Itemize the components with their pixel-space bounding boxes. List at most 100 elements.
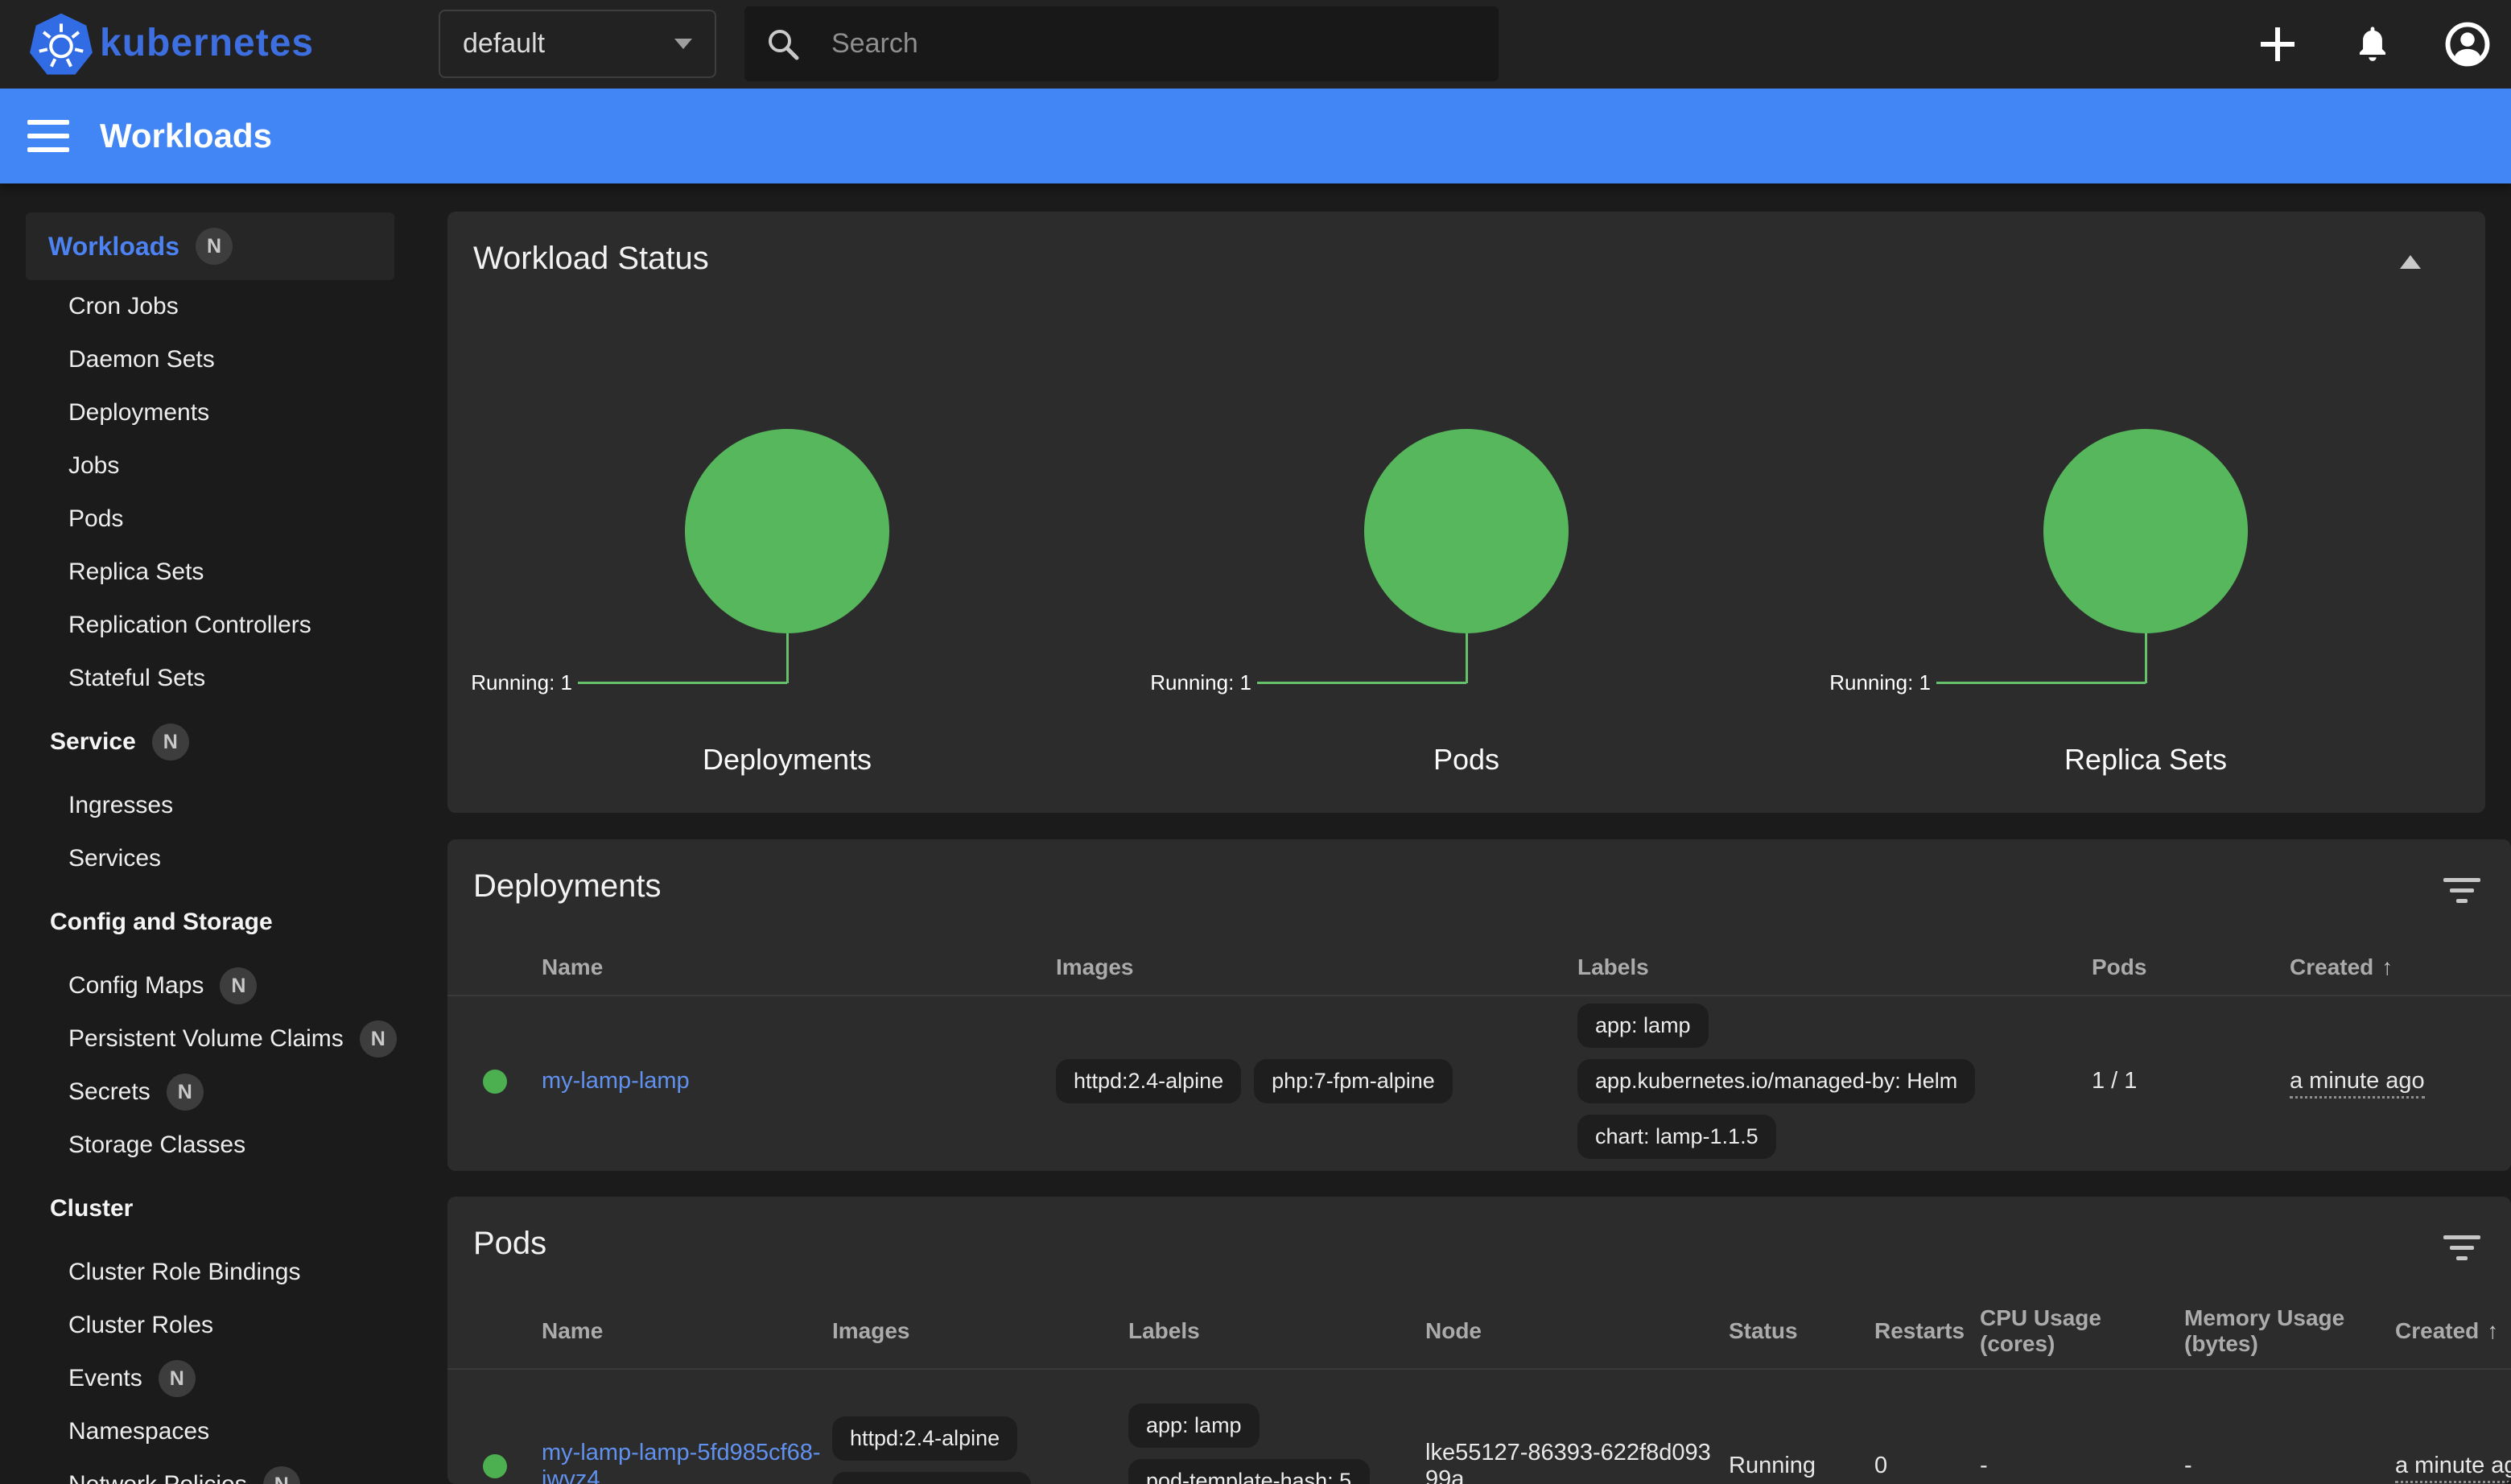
header-images[interactable]: Images xyxy=(1056,954,1577,980)
sidebar-item-cron-jobs[interactable]: Cron Jobs xyxy=(0,280,399,333)
header-created[interactable]: Created↑ xyxy=(2290,954,2511,980)
plus-icon xyxy=(2257,24,2298,64)
chart-label: Deployments xyxy=(447,743,1127,777)
header-name[interactable]: Name xyxy=(542,1318,832,1344)
pie-leader-line xyxy=(578,682,787,684)
header-labels[interactable]: Labels xyxy=(1577,954,2092,980)
add-resource-button[interactable] xyxy=(2255,22,2300,67)
search-input[interactable] xyxy=(831,28,1395,60)
pie-running-slice xyxy=(685,429,889,633)
top-bar: kubernetes default xyxy=(0,0,2511,89)
namespaced-badge: N xyxy=(220,967,257,1004)
sidebar-item-daemon-sets[interactable]: Daemon Sets xyxy=(0,333,399,386)
sidebar-item-persistent-volume-claims[interactable]: Persistent Volume Claims N xyxy=(0,1012,399,1066)
header-status[interactable]: Status xyxy=(1729,1318,1874,1344)
pods-ratio: 1 / 1 xyxy=(2092,1068,2290,1094)
pie-leader-line xyxy=(786,633,789,683)
image-chip: httpd:2.4-alpine xyxy=(1056,1059,1241,1103)
search-icon xyxy=(765,27,801,62)
sidebar-section-cluster[interactable]: Cluster xyxy=(0,1182,399,1235)
deployment-name-link[interactable]: my-lamp-lamp xyxy=(542,1068,690,1094)
namespaced-badge: N xyxy=(263,1466,300,1484)
sidebar-item-jobs[interactable]: Jobs xyxy=(0,439,399,493)
page-title: Workloads xyxy=(100,117,272,155)
workload-status-charts: Running: 1 Deployments Running: 1 Pods R… xyxy=(447,405,2485,791)
sort-ascending-icon: ↑ xyxy=(2381,954,2393,979)
label-chip: app: lamp xyxy=(1577,1004,1709,1048)
workload-status-card: Workload Status Running: 1 Deployments R… xyxy=(447,212,2485,813)
sidebar-item-namespaces[interactable]: Namespaces xyxy=(0,1405,399,1458)
sidebar-item-workloads[interactable]: Workloads N xyxy=(26,212,394,280)
notifications-button[interactable] xyxy=(2350,22,2395,67)
label-chip: chart: lamp-1.1.5 xyxy=(1577,1115,1776,1159)
pie-annotation: Running: 1 xyxy=(1806,670,1931,695)
header-name[interactable]: Name xyxy=(542,954,1056,980)
header-node[interactable]: Node xyxy=(1425,1318,1729,1344)
label-chip: app.kubernetes.io/managed-by: Helm xyxy=(1577,1059,1975,1103)
sidebar-item-cluster-roles[interactable]: Cluster Roles xyxy=(0,1299,399,1352)
label-chip: pod-template-hash: 5fd985cf68 xyxy=(1128,1459,1370,1484)
workload-status-title: Workload Status xyxy=(473,241,709,277)
bell-icon xyxy=(2352,23,2393,65)
filter-icon[interactable] xyxy=(2443,878,2480,909)
sidebar-item-storage-classes[interactable]: Storage Classes xyxy=(0,1119,399,1172)
collapse-arrow-icon[interactable] xyxy=(2400,255,2421,269)
sidebar-section-config-and-storage[interactable]: Config and Storage xyxy=(0,896,399,949)
sidebar-item-cluster-role-bindings[interactable]: Cluster Role Bindings xyxy=(0,1246,399,1299)
pie-leader-line xyxy=(2145,633,2147,683)
header-memory-usage[interactable]: Memory Usage (bytes) xyxy=(2184,1305,2395,1357)
status-ok-icon xyxy=(483,1454,507,1478)
search-bar[interactable] xyxy=(744,6,1499,81)
sidebar-item-ingresses[interactable]: Ingresses xyxy=(0,779,399,832)
pods-pie-chart: Running: 1 Pods xyxy=(1127,405,1806,791)
namespaced-badge: N xyxy=(152,723,189,761)
pie-running-slice xyxy=(2043,429,2248,633)
sidebar-item-events[interactable]: Events N xyxy=(0,1352,399,1405)
namespace-select[interactable]: default xyxy=(439,10,716,78)
header-created[interactable]: Created↑ xyxy=(2395,1318,2511,1344)
namespaced-badge: N xyxy=(167,1074,204,1111)
deployments-card: Deployments Name Images Labels Pods Crea… xyxy=(447,839,2511,1171)
image-chip: php:7-fpm-alpine xyxy=(1254,1059,1453,1103)
node-name: lke55127-86393-622f8d09399a xyxy=(1425,1440,1729,1484)
account-button[interactable] xyxy=(2445,22,2490,67)
sidebar-item-stateful-sets[interactable]: Stateful Sets xyxy=(0,652,399,705)
deployment-table-row: my-lamp-lamp httpd:2.4-alpine php:7-fpm-… xyxy=(447,998,2511,1165)
sidebar-item-deployments[interactable]: Deployments xyxy=(0,386,399,439)
brand-title: kubernetes xyxy=(100,21,314,65)
sidebar-item-pods[interactable]: Pods xyxy=(0,493,399,546)
header-restarts[interactable]: Restarts xyxy=(1874,1318,1980,1344)
kubernetes-logo-icon[interactable] xyxy=(29,12,93,76)
header-pods[interactable]: Pods xyxy=(2092,954,2290,980)
filter-icon[interactable] xyxy=(2443,1235,2480,1267)
chart-label: Replica Sets xyxy=(1806,743,2485,777)
sidebar-item-replication-controllers[interactable]: Replication Controllers xyxy=(0,599,399,652)
pie-leader-line xyxy=(1466,633,1468,683)
header-labels[interactable]: Labels xyxy=(1128,1318,1425,1344)
pod-memory-usage: - xyxy=(2184,1453,2395,1479)
sidebar-section-service[interactable]: Service N xyxy=(0,715,399,769)
pie-annotation: Running: 1 xyxy=(1127,670,1251,695)
header-images[interactable]: Images xyxy=(832,1318,1128,1344)
sidebar-item-secrets[interactable]: Secrets N xyxy=(0,1066,399,1119)
topbar-actions xyxy=(2255,0,2490,89)
sidebar-item-services[interactable]: Services xyxy=(0,832,399,885)
sidebar-item-network-policies[interactable]: Network Policies N xyxy=(0,1458,399,1484)
namespaced-badge: N xyxy=(360,1020,397,1057)
pod-name-link[interactable]: my-lamp-lamp-5fd985cf68-jwvz4 xyxy=(542,1440,821,1484)
pod-status: Running xyxy=(1729,1453,1874,1479)
replica-sets-pie-chart: Running: 1 Replica Sets xyxy=(1806,405,2485,791)
pie-leader-line xyxy=(1257,682,1466,684)
sidebar-item-replica-sets[interactable]: Replica Sets xyxy=(0,546,399,599)
sidebar-item-config-maps[interactable]: Config Maps N xyxy=(0,959,399,1012)
deployments-pie-chart: Running: 1 Deployments xyxy=(447,405,1127,791)
pod-restarts: 0 xyxy=(1874,1453,1980,1479)
header-cpu-usage[interactable]: CPU Usage (cores) xyxy=(1980,1305,2184,1357)
chevron-down-icon xyxy=(674,39,692,49)
account-avatar-icon xyxy=(2445,21,2490,68)
menu-hamburger-icon[interactable] xyxy=(27,111,69,161)
image-chip: php:7-fpm-alpine xyxy=(832,1472,1031,1484)
chart-label: Pods xyxy=(1127,743,1806,777)
sidebar-nav: Workloads N Cron Jobs Daemon Sets Deploy… xyxy=(0,183,399,1484)
pod-table-row: my-lamp-lamp-5fd985cf68-jwvz4 httpd:2.4-… xyxy=(447,1371,2511,1484)
